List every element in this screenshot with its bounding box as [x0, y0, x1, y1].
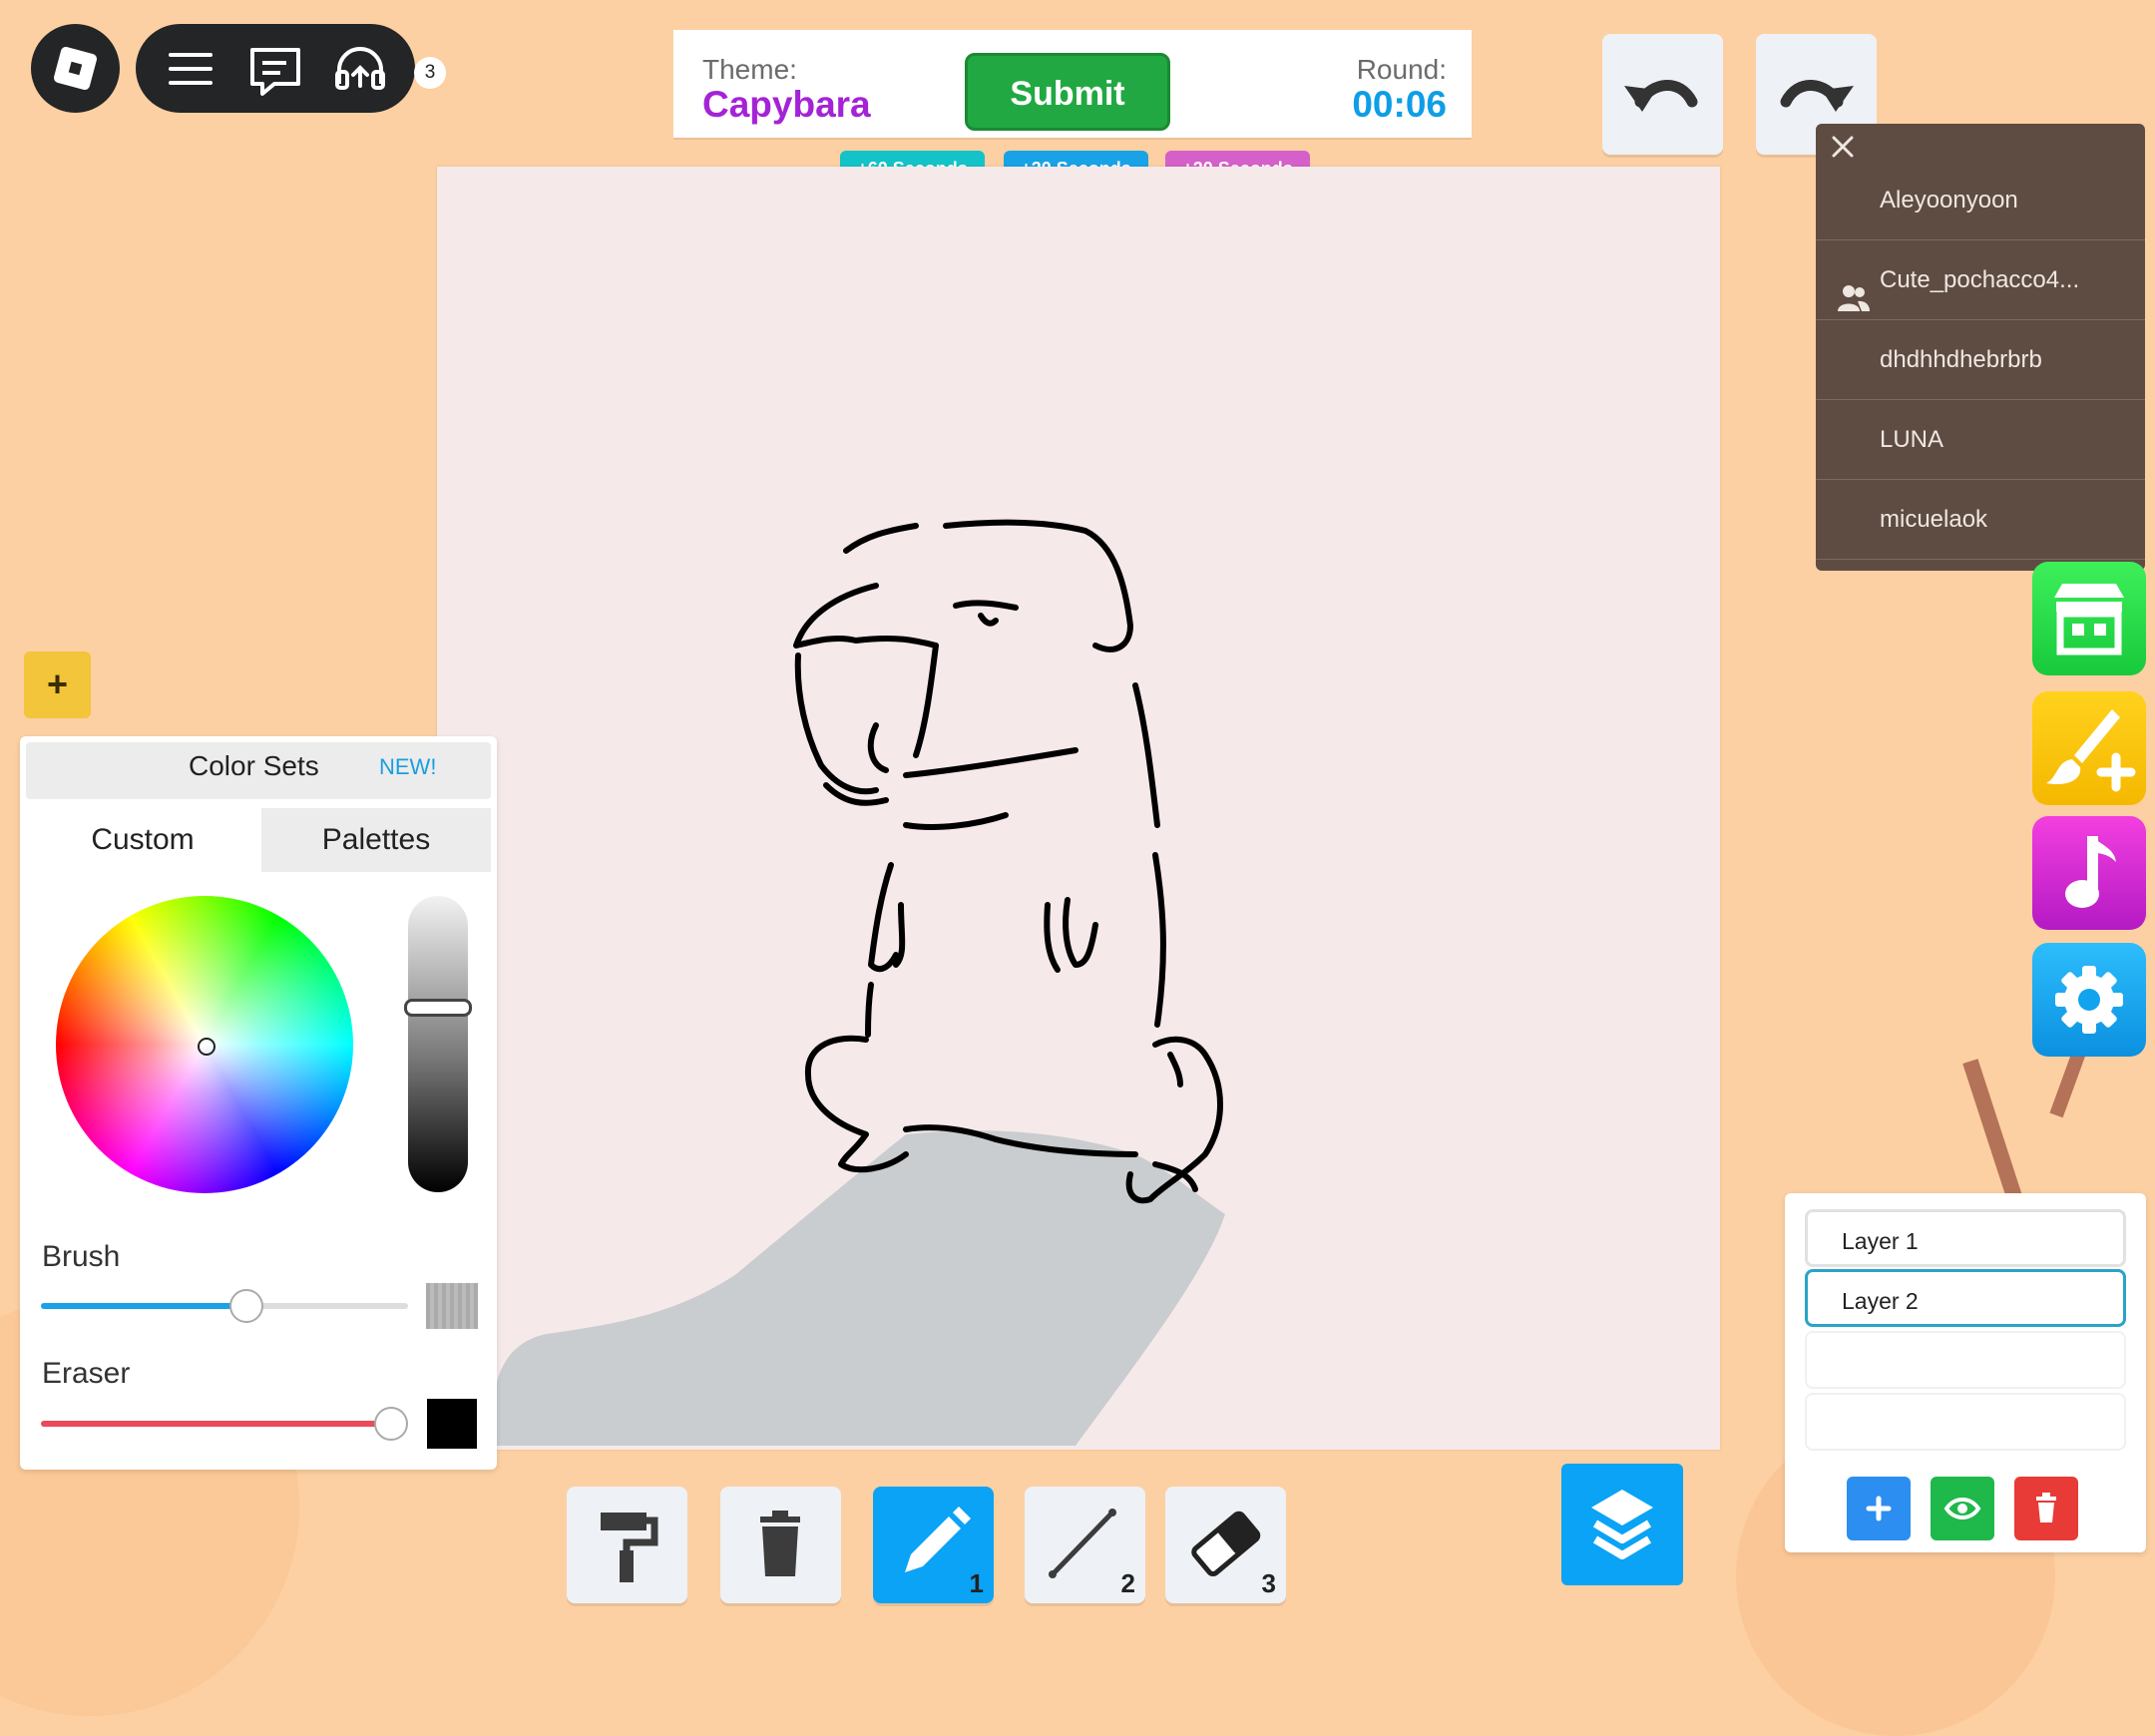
roblox-menu-button[interactable] — [31, 24, 120, 113]
hamburger-menu-icon[interactable] — [156, 24, 225, 113]
player-name: Aleyoonyoon — [1880, 187, 2018, 214]
brush-size-knob[interactable] — [229, 1289, 264, 1323]
eraser-shortcut: 3 — [1261, 1568, 1276, 1598]
layer-item[interactable]: Layer 1 — [1805, 1209, 2126, 1267]
background-stick — [2049, 1047, 2087, 1118]
color-wheel[interactable] — [56, 896, 353, 1193]
round-label: Round: — [1356, 54, 1447, 85]
tab-palettes[interactable]: Palettes — [261, 808, 491, 872]
eye-icon — [1943, 1498, 1981, 1519]
toggle-layer-visibility-button[interactable] — [1931, 1477, 1994, 1540]
undo-icon — [1624, 80, 1698, 112]
topbar-pill: 3 — [136, 24, 446, 113]
layers-icon — [1591, 1490, 1653, 1559]
round-timer: 00:06 — [1352, 84, 1447, 125]
player-name: LUNA — [1880, 426, 1944, 453]
chat-notification-badge: 3 — [414, 57, 446, 89]
color-panel: Color Sets NEW! Custom Palettes Brush Er… — [20, 736, 497, 1470]
friends-icon — [1838, 266, 1870, 311]
theme-value: Capybara — [702, 84, 871, 125]
close-icon[interactable] — [1828, 132, 1858, 162]
undo-button[interactable] — [1602, 34, 1723, 155]
brush-preview — [426, 1283, 478, 1329]
player-list: Aleyoonyoon Cute_pochacco4... dhdhhdhebr… — [1816, 124, 2145, 571]
line-shortcut: 2 — [1120, 1568, 1135, 1598]
submit-button[interactable]: Submit — [965, 53, 1170, 131]
clear-canvas-tool[interactable] — [720, 1487, 841, 1603]
shop-button[interactable] — [2032, 562, 2146, 675]
player-name: dhdhhdhebrbrb — [1880, 346, 2042, 373]
theme-label: Theme: — [702, 54, 797, 85]
eraser-size-knob[interactable] — [374, 1407, 408, 1441]
layers-panel: Layer 1 Layer 2 — [1785, 1193, 2146, 1552]
tab-custom[interactable]: Custom — [26, 808, 259, 872]
paint-roller-icon — [601, 1513, 658, 1582]
player-row[interactable]: Aleyoonyoon — [1816, 161, 2145, 240]
current-color-swatch[interactable] — [427, 1399, 477, 1449]
capybara-drawing — [493, 519, 1225, 1446]
empty-layer-slot — [1805, 1393, 2126, 1451]
brush-plus-icon — [2046, 709, 2136, 792]
music-note-icon — [2065, 836, 2116, 908]
color-sets-title: Color Sets — [189, 750, 319, 781]
fill-roller-tool[interactable] — [567, 1487, 687, 1603]
eraser-tool[interactable]: 3 — [1165, 1487, 1286, 1603]
drawing-canvas[interactable] — [437, 167, 1720, 1450]
plus-icon — [1866, 1496, 1892, 1521]
music-button[interactable] — [2032, 816, 2146, 930]
layer-item-selected[interactable]: Layer 2 — [1805, 1269, 2126, 1327]
player-name: Cute_pochacco4... — [1880, 266, 2080, 293]
player-row[interactable]: micuelaok — [1816, 480, 2145, 560]
color-picker-cursor[interactable] — [198, 1038, 216, 1056]
settings-button[interactable] — [2032, 943, 2146, 1057]
pencil-tool[interactable]: 1 — [873, 1487, 994, 1603]
trash-icon — [2036, 1493, 2056, 1522]
trash-icon — [760, 1511, 800, 1576]
new-badge: NEW! — [379, 754, 437, 779]
background-stick — [1962, 1059, 2024, 1206]
brush-label: Brush — [42, 1240, 121, 1273]
chat-icon[interactable] — [240, 24, 310, 113]
gear-icon — [2055, 966, 2123, 1034]
add-color-button[interactable]: + — [24, 651, 91, 718]
player-name: micuelaok — [1880, 506, 1988, 533]
eraser-size-fill — [41, 1421, 408, 1427]
delete-layer-button[interactable] — [2014, 1477, 2078, 1540]
player-row[interactable]: dhdhhdhebrbrb — [1816, 320, 2145, 400]
voice-headset-icon[interactable] — [325, 24, 395, 113]
shop-icon — [2054, 584, 2124, 655]
layers-toggle-button[interactable] — [1561, 1464, 1683, 1585]
brightness-slider-thumb[interactable] — [404, 999, 472, 1017]
empty-layer-slot — [1805, 1331, 2126, 1389]
round-info-bar: Theme: Capybara Submit Round: 00:06 — [673, 30, 1472, 138]
player-row[interactable]: LUNA — [1816, 400, 2145, 480]
line-tool[interactable]: 2 — [1025, 1487, 1145, 1603]
player-row[interactable]: Cute_pochacco4... — [1816, 240, 2145, 320]
pencil-shortcut: 1 — [969, 1568, 984, 1598]
roblox-logo-icon — [52, 45, 99, 92]
new-brush-button[interactable] — [2032, 691, 2146, 805]
eraser-label: Eraser — [42, 1357, 131, 1390]
brightness-slider[interactable] — [408, 896, 468, 1192]
add-layer-button[interactable] — [1847, 1477, 1911, 1540]
brush-size-fill — [41, 1303, 247, 1309]
